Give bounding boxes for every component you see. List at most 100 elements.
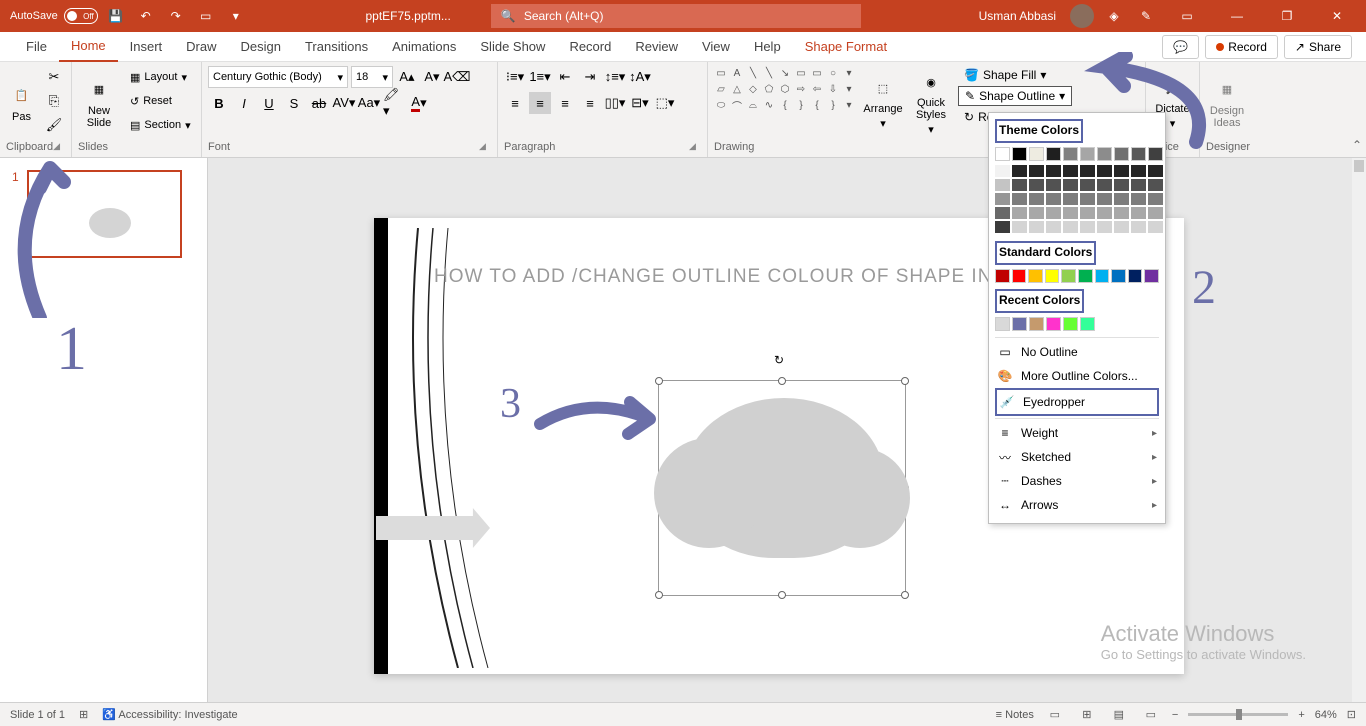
tab-record[interactable]: Record bbox=[557, 32, 623, 62]
increase-font-icon[interactable]: A▴ bbox=[396, 66, 418, 88]
text-direction-button[interactable]: ↕A▾ bbox=[629, 66, 651, 88]
font-color-button[interactable]: A▾ bbox=[408, 92, 430, 114]
outdent-button[interactable]: ⇤ bbox=[554, 66, 576, 88]
color-swatch[interactable] bbox=[1095, 269, 1110, 283]
color-swatch[interactable] bbox=[1046, 147, 1061, 161]
cut-icon[interactable]: ✂ bbox=[43, 66, 65, 88]
zoom-level[interactable]: 64% bbox=[1315, 709, 1337, 721]
color-swatch[interactable] bbox=[1063, 207, 1078, 219]
indent-button[interactable]: ⇥ bbox=[579, 66, 601, 88]
reset-button[interactable]: ↺ Reset bbox=[126, 90, 195, 112]
no-outline-item[interactable]: ▭No Outline bbox=[995, 340, 1159, 364]
slide-title[interactable]: HOW TO ADD /CHANGE OUTLINE COLOUR OF SHA… bbox=[434, 266, 1012, 288]
color-swatch[interactable] bbox=[995, 193, 1010, 205]
paste-button[interactable]: 📋 Pas bbox=[6, 66, 37, 139]
color-swatch[interactable] bbox=[1148, 179, 1163, 191]
color-swatch[interactable] bbox=[995, 207, 1010, 219]
color-swatch[interactable] bbox=[1080, 317, 1095, 331]
tab-design[interactable]: Design bbox=[229, 32, 293, 62]
align-left-button[interactable]: ≡ bbox=[504, 92, 526, 114]
fit-window-icon[interactable]: ⊡ bbox=[1347, 708, 1356, 721]
maximize-icon[interactable]: ❐ bbox=[1266, 2, 1308, 30]
color-swatch[interactable] bbox=[1097, 165, 1112, 177]
highlight-button[interactable]: 🖍▾ bbox=[383, 92, 405, 114]
color-swatch[interactable] bbox=[1128, 269, 1143, 283]
numbering-button[interactable]: 1≡▾ bbox=[529, 66, 551, 88]
pen-icon[interactable]: ✎ bbox=[1134, 4, 1158, 28]
sorter-view-icon[interactable]: ⊞ bbox=[1076, 706, 1098, 724]
color-swatch[interactable] bbox=[1012, 317, 1027, 331]
color-swatch[interactable] bbox=[1045, 269, 1060, 283]
shapes-gallery[interactable]: ▭A╲╲↘▭▭○▾ ▱△◇⬠⬡⇨⇦⇩▾ ⬭⌒⌓∿{}{}▾ bbox=[714, 66, 856, 139]
share-button[interactable]: ↗ Share bbox=[1284, 35, 1352, 59]
close-icon[interactable]: ✕ bbox=[1316, 2, 1358, 30]
zoom-slider[interactable] bbox=[1188, 713, 1288, 716]
ribbon-display-icon[interactable]: ▭ bbox=[1166, 2, 1208, 30]
eyedropper-item[interactable]: 💉Eyedropper bbox=[995, 388, 1159, 416]
color-swatch[interactable] bbox=[1131, 165, 1146, 177]
color-swatch[interactable] bbox=[995, 269, 1010, 283]
color-swatch[interactable] bbox=[1029, 147, 1044, 161]
arrows-item[interactable]: ↔Arrows▸ bbox=[995, 493, 1159, 517]
tab-home[interactable]: Home bbox=[59, 32, 118, 62]
avatar[interactable] bbox=[1070, 4, 1094, 28]
color-swatch[interactable] bbox=[1063, 179, 1078, 191]
undo-icon[interactable]: ↶ bbox=[134, 4, 158, 28]
color-swatch[interactable] bbox=[995, 147, 1010, 161]
color-swatch[interactable] bbox=[1080, 207, 1095, 219]
color-swatch[interactable] bbox=[1097, 221, 1112, 233]
section-button[interactable]: ▤ Section ▾ bbox=[126, 114, 195, 136]
clear-format-icon[interactable]: A⌫ bbox=[446, 66, 468, 88]
case-button[interactable]: Aa▾ bbox=[358, 92, 380, 114]
zoom-in-button[interactable]: + bbox=[1298, 709, 1304, 721]
color-swatch[interactable] bbox=[995, 165, 1010, 177]
tab-file[interactable]: File bbox=[14, 32, 59, 62]
reading-view-icon[interactable]: ▤ bbox=[1108, 706, 1130, 724]
color-swatch[interactable] bbox=[1012, 269, 1027, 283]
new-slide-button[interactable]: ▦ New Slide bbox=[78, 66, 120, 139]
color-swatch[interactable] bbox=[1097, 147, 1112, 161]
resize-handle[interactable] bbox=[901, 377, 909, 385]
color-swatch[interactable] bbox=[1080, 147, 1095, 161]
quick-styles-button[interactable]: ◉ Quick Styles▾ bbox=[910, 66, 952, 139]
format-painter-icon[interactable]: 🖌 bbox=[43, 114, 65, 136]
color-swatch[interactable] bbox=[1131, 221, 1146, 233]
color-swatch[interactable] bbox=[995, 221, 1010, 233]
color-swatch[interactable] bbox=[1148, 147, 1163, 161]
color-swatch[interactable] bbox=[1029, 207, 1044, 219]
qat-more-icon[interactable]: ▾ bbox=[224, 4, 248, 28]
color-swatch[interactable] bbox=[1080, 165, 1095, 177]
color-swatch[interactable] bbox=[1046, 207, 1061, 219]
color-swatch[interactable] bbox=[1046, 317, 1061, 331]
tab-slideshow[interactable]: Slide Show bbox=[468, 32, 557, 62]
tab-shapeformat[interactable]: Shape Format bbox=[793, 32, 899, 62]
language-icon[interactable]: ⊞ bbox=[79, 708, 88, 721]
tab-animations[interactable]: Animations bbox=[380, 32, 468, 62]
color-swatch[interactable] bbox=[1012, 147, 1027, 161]
color-swatch[interactable] bbox=[1029, 317, 1044, 331]
color-swatch[interactable] bbox=[995, 179, 1010, 191]
strikethrough-button[interactable]: ab bbox=[308, 92, 330, 114]
zoom-out-button[interactable]: − bbox=[1172, 709, 1178, 721]
color-swatch[interactable] bbox=[1029, 179, 1044, 191]
bullets-button[interactable]: ⁝≡▾ bbox=[504, 66, 526, 88]
justify-button[interactable]: ≡ bbox=[579, 92, 601, 114]
color-swatch[interactable] bbox=[1063, 147, 1078, 161]
color-swatch[interactable] bbox=[1111, 269, 1126, 283]
weight-item[interactable]: ≡Weight▸ bbox=[995, 421, 1159, 445]
slide-counter[interactable]: Slide 1 of 1 bbox=[10, 709, 65, 721]
shadow-button[interactable]: S bbox=[283, 92, 305, 114]
font-name-input[interactable]: Century Gothic (Body)▾ bbox=[208, 66, 348, 88]
color-swatch[interactable] bbox=[1012, 165, 1027, 177]
color-swatch[interactable] bbox=[1029, 221, 1044, 233]
more-colors-item[interactable]: 🎨More Outline Colors... bbox=[995, 364, 1159, 388]
diamond-icon[interactable]: ◈ bbox=[1102, 4, 1126, 28]
color-swatch[interactable] bbox=[1148, 165, 1163, 177]
color-swatch[interactable] bbox=[1046, 193, 1061, 205]
color-swatch[interactable] bbox=[1114, 207, 1129, 219]
color-swatch[interactable] bbox=[1061, 269, 1076, 283]
color-swatch[interactable] bbox=[1131, 179, 1146, 191]
color-swatch[interactable] bbox=[1012, 221, 1027, 233]
bold-button[interactable]: B bbox=[208, 92, 230, 114]
tab-help[interactable]: Help bbox=[742, 32, 793, 62]
